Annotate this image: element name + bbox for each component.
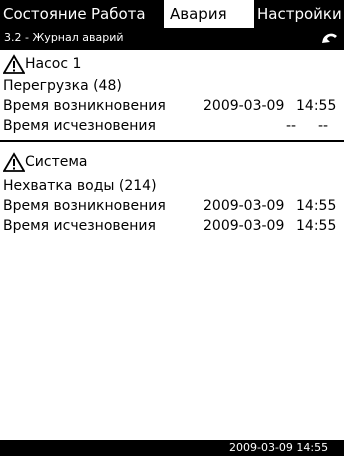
status-footer: 2009-03-09 14:55 [0, 440, 344, 456]
warning-triangle-icon [3, 54, 25, 74]
cleared-time: -- [318, 118, 329, 134]
alarm-source: Система [25, 154, 88, 170]
appeared-time: 14:55 [296, 198, 337, 214]
alarm-code-row: Нехватка воды (214) [0, 176, 344, 196]
appeared-date: 2009-03-09 [203, 198, 285, 214]
warning-triangle-icon [3, 152, 25, 172]
screen-title: 3.2 - Журнал аварий [4, 31, 124, 44]
alarm-code: Перегрузка (48) [3, 78, 122, 94]
cleared-label: Время исчезновения [3, 118, 156, 134]
alarm-source-row: Насос 1 [0, 54, 344, 74]
cleared-date: 2009-03-09 [203, 218, 285, 234]
tab-settings[interactable]: Настройки [257, 0, 344, 28]
alarm-entry: Система Нехватка воды (214) Время возник… [0, 140, 344, 242]
appeared-label: Время возникновения [3, 98, 166, 114]
alarm-cleared-row: Время исчезновения 2009-03-09 14:55 [0, 216, 344, 236]
alarm-appeared-row: Время возникновения 2009-03-09 14:55 [0, 96, 344, 116]
appeared-label: Время возникновения [3, 198, 166, 214]
alarm-source-row: Система [0, 152, 344, 172]
tab-alarm[interactable]: Авария [164, 0, 254, 28]
tab-operation[interactable]: Работа [91, 0, 161, 28]
tab-status[interactable]: Состояние [3, 0, 87, 28]
tab-bar: Состояние Работа Авария Настройки [0, 0, 344, 28]
alarm-cleared-row: Время исчезновения -- -- [0, 116, 344, 136]
back-arrow-icon[interactable] [320, 30, 340, 46]
cleared-date: -- [286, 118, 297, 134]
appeared-date: 2009-03-09 [203, 98, 285, 114]
screen-header: 3.2 - Журнал аварий [0, 28, 344, 48]
alarm-entry: Насос 1 Перегрузка (48) Время возникнове… [0, 48, 344, 142]
alarm-appeared-row: Время возникновения 2009-03-09 14:55 [0, 196, 344, 216]
appeared-time: 14:55 [296, 98, 337, 114]
footer-datetime: 2009-03-09 14:55 [229, 441, 329, 454]
alarm-code: Нехватка воды (214) [3, 178, 157, 194]
alarm-source: Насос 1 [25, 56, 82, 72]
cleared-time: 14:55 [296, 218, 337, 234]
alarm-code-row: Перегрузка (48) [0, 76, 344, 96]
cleared-label: Время исчезновения [3, 218, 156, 234]
